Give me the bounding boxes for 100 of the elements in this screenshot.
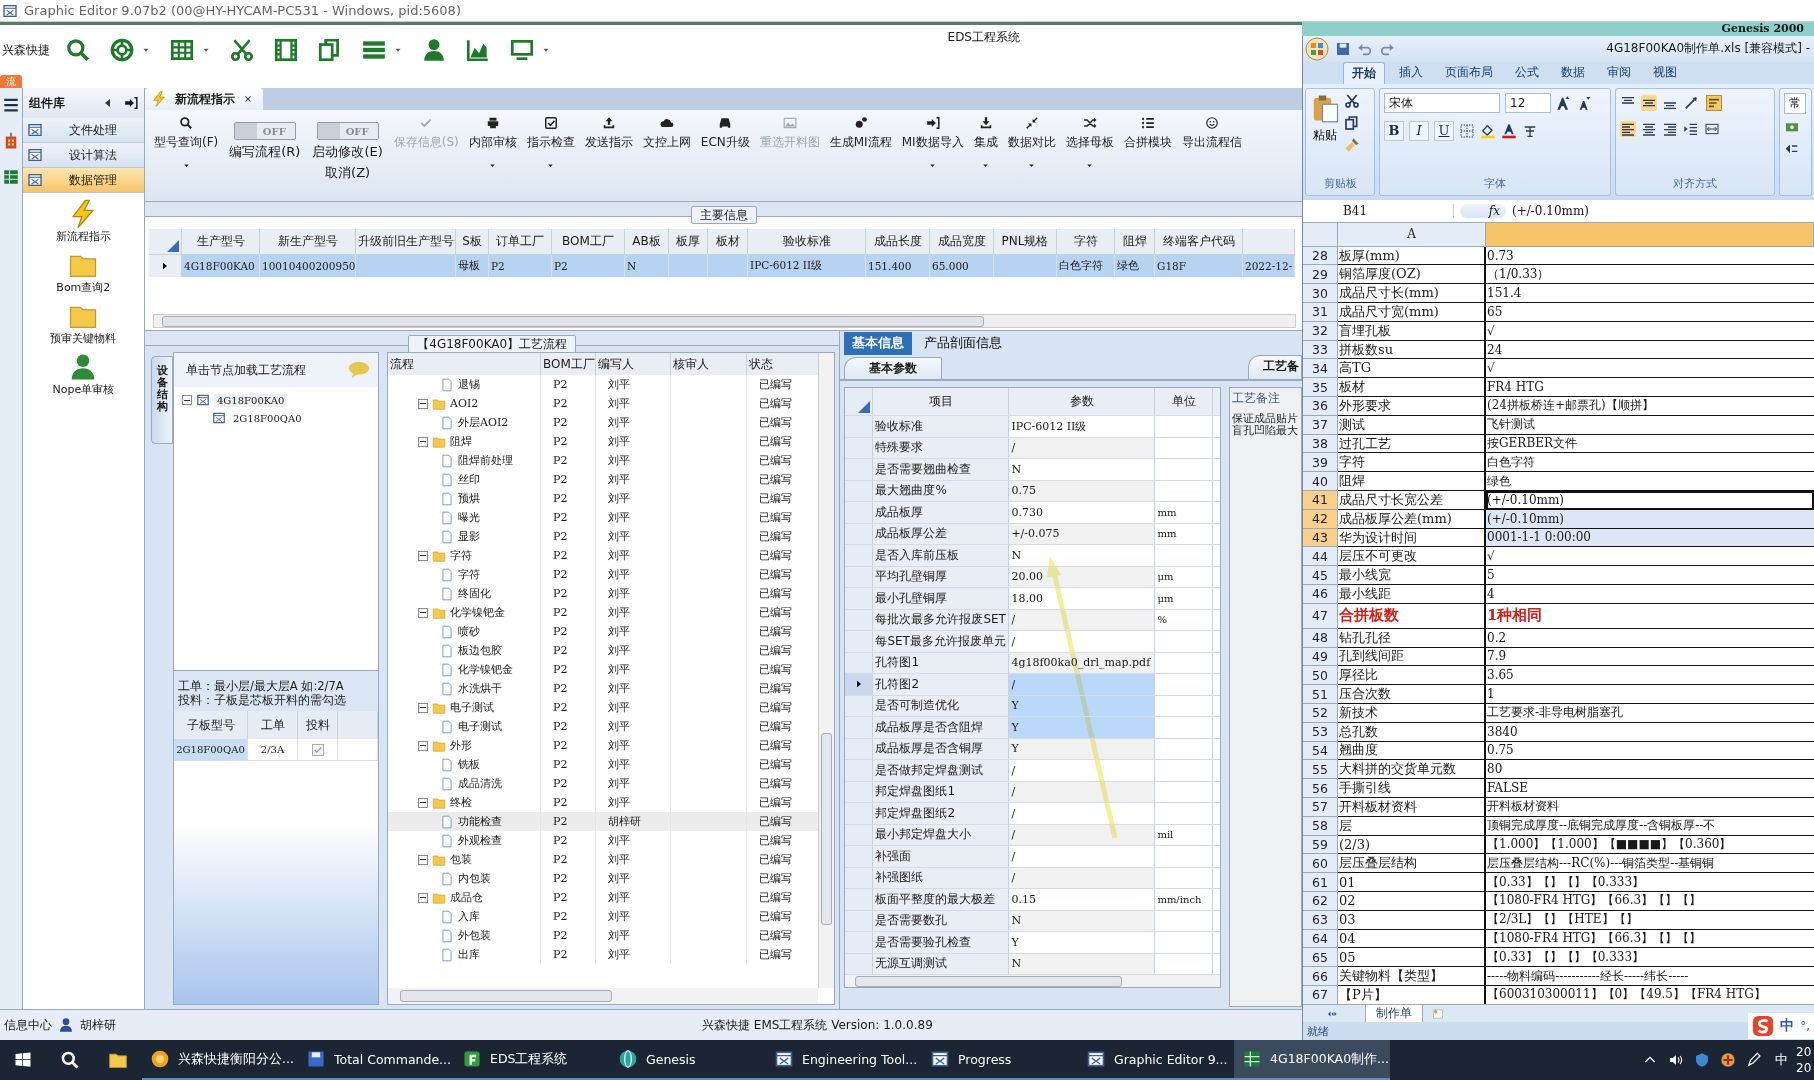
row-header[interactable]: 41 [1303,491,1338,510]
expander-icon[interactable] [418,702,428,713]
table-cell[interactable]: 0.73 [1486,246,1814,266]
table-cell[interactable]: 飞针测试 [1486,415,1814,435]
table-cell[interactable]: 【1080-FR4 HTG】【66.3】【】【】 [1486,929,1814,949]
table-cell[interactable]: 3.65 [1486,666,1814,686]
taskbar-button[interactable]: Total Commande... [298,1040,454,1080]
taskbar-button[interactable]: 4G18F00KA0制作... [1234,1040,1390,1080]
font-select[interactable]: 宋体 [1384,92,1500,113]
punctuation-mode[interactable]: °, [1800,1019,1810,1033]
column-header[interactable]: 终端客户代码 [1155,229,1243,255]
column-header[interactable]: 订单工厂 [489,229,552,255]
table-cell[interactable]: 层压叠层结构 [1338,854,1486,874]
table-cell[interactable]: -----物料编码-----------经长-----纬长----- [1486,967,1814,986]
table-cell[interactable]: N [1009,910,1156,931]
tool-item[interactable]: 新流程指示 [22,193,144,244]
table-cell[interactable]: 0.730 [1009,502,1156,523]
table-cell[interactable]: 0.75 [1486,741,1814,761]
scissors-icon[interactable] [1344,92,1360,109]
toolbar-button[interactable]: 生成MI流程 [826,114,895,153]
table-cell[interactable]: 3840 [1486,722,1814,742]
font-color-icon[interactable] [1501,122,1517,139]
column-header[interactable]: BOM工厂 [541,353,596,375]
table-cell[interactable]: / [1009,846,1156,867]
table-cell[interactable]: N [1009,953,1156,974]
table-cell[interactable]: 0.15 [1009,889,1156,910]
column-header[interactable]: 项目 [873,388,1010,415]
tool-item[interactable]: Nope单审核 [22,346,144,397]
table-cell[interactable]: 关键物料【类型】 [1338,967,1486,986]
table-cell[interactable]: 厚径比 [1338,666,1486,686]
row-header[interactable]: 35 [1303,378,1338,397]
pin-icon[interactable] [124,96,138,110]
table-cell[interactable]: 成品尺寸长(mm) [1338,284,1486,304]
table-cell[interactable]: （1/0.33） [1486,265,1814,285]
paste-button[interactable]: 粘贴 [1310,92,1340,176]
ime-logo-icon[interactable] [1752,1015,1775,1037]
row-header[interactable]: 66 [1303,967,1338,986]
table-cell[interactable]: 0.2 [1486,628,1814,648]
table-cell[interactable]: / [1009,824,1156,845]
table-cell[interactable]: 02 [1338,891,1486,911]
table-cell[interactable]: 04 [1338,929,1486,949]
taskbar-button[interactable]: EDS工程系统 [454,1040,610,1080]
table-cell[interactable]: (+/-0.10mm) [1486,491,1814,510]
column-header[interactable]: BOM工厂 [552,229,625,255]
table-cell[interactable]: 外形要求 [1338,397,1486,416]
toolbar-button[interactable]: 集成 [970,114,1001,172]
table-cell[interactable]: 65 [1486,303,1814,322]
checkbox[interactable] [311,743,324,756]
table-cell[interactable]: (2/3) [1338,835,1486,855]
table-cell[interactable]: 按GERBER文件 [1486,434,1814,454]
column-header[interactable]: 板厚 [669,229,708,255]
table-cell[interactable]: 最小线距 [1338,585,1486,604]
column-header[interactable]: S板 [456,229,489,255]
table-cell[interactable]: 钻孔孔径 [1338,628,1486,648]
menu-icon[interactable] [1,96,20,114]
table-cell[interactable]: 过孔工艺 [1338,434,1486,454]
table-cell[interactable]: N [1009,545,1156,566]
table-cell[interactable]: 层 [1338,816,1486,836]
row-header[interactable]: 65 [1303,948,1338,968]
close-icon[interactable] [243,94,253,104]
column-header[interactable]: 成品宽度 [930,229,994,255]
table-cell[interactable]: √ [1486,321,1814,341]
table-cell[interactable]: (24拼板桥连+邮票孔)【顺拼】 [1486,397,1814,416]
table-cell[interactable]: / [1009,674,1156,695]
ribbon-tab[interactable]: 公式 [1507,61,1547,84]
side-tab[interactable]: 设备结构 [151,356,173,444]
table-cell[interactable]: 孔到线间距 [1338,647,1486,667]
expander-icon[interactable] [182,395,192,405]
table-cell[interactable]: 铜箔厚度(OZ) [1338,265,1486,285]
tree-node[interactable]: 2G18F00QA0 [230,411,305,425]
row-header[interactable]: 31 [1303,303,1338,322]
table-cell[interactable]: 大料拼的交货单元数 [1338,760,1486,780]
align-left-icon[interactable] [1620,120,1636,137]
table-cell[interactable]: 手撕引线 [1338,779,1486,798]
italic-button[interactable]: I [1409,120,1429,141]
sidebar-item[interactable]: 数据管理 [22,168,144,193]
table-cell[interactable]: 盲埋孔板 [1338,321,1486,341]
column-header[interactable]: A [1338,222,1486,247]
table-cell[interactable]: 合拼板数 [1338,603,1486,629]
table-cell[interactable]: 成品尺寸宽(mm) [1338,303,1486,322]
table-cell[interactable]: 【0.33】【】【】【0.333】 [1486,873,1814,892]
row-header[interactable]: 30 [1303,284,1338,304]
table-cell[interactable]: 18.00 [1009,588,1156,609]
column-header[interactable]: PNL规格 [994,229,1057,255]
size-select[interactable]: 12 [1505,92,1551,113]
select-all-cell[interactable] [1303,222,1338,247]
tab[interactable]: 基本信息 [844,332,913,355]
row-header[interactable]: 61 [1303,873,1338,892]
table-cell[interactable]: 【1.000】【1.000】【■■■■】【0.360】 [1486,835,1814,855]
office-button-icon[interactable] [1305,36,1329,61]
row-header[interactable]: 44 [1303,547,1338,567]
expander-icon[interactable] [418,797,428,808]
ime-indicator[interactable]: 中 [1767,1051,1796,1069]
table-cell[interactable]: 5 [1486,566,1814,585]
row-header[interactable]: 29 [1303,265,1338,285]
table-cell[interactable]: 151.4 [1486,284,1814,304]
table-cell[interactable]: 01 [1338,873,1486,892]
toolbar-button[interactable]: MI数据导入 [898,114,967,172]
table-cell[interactable]: / [1009,781,1156,802]
table-cell[interactable]: 板厚(mm) [1338,246,1486,266]
